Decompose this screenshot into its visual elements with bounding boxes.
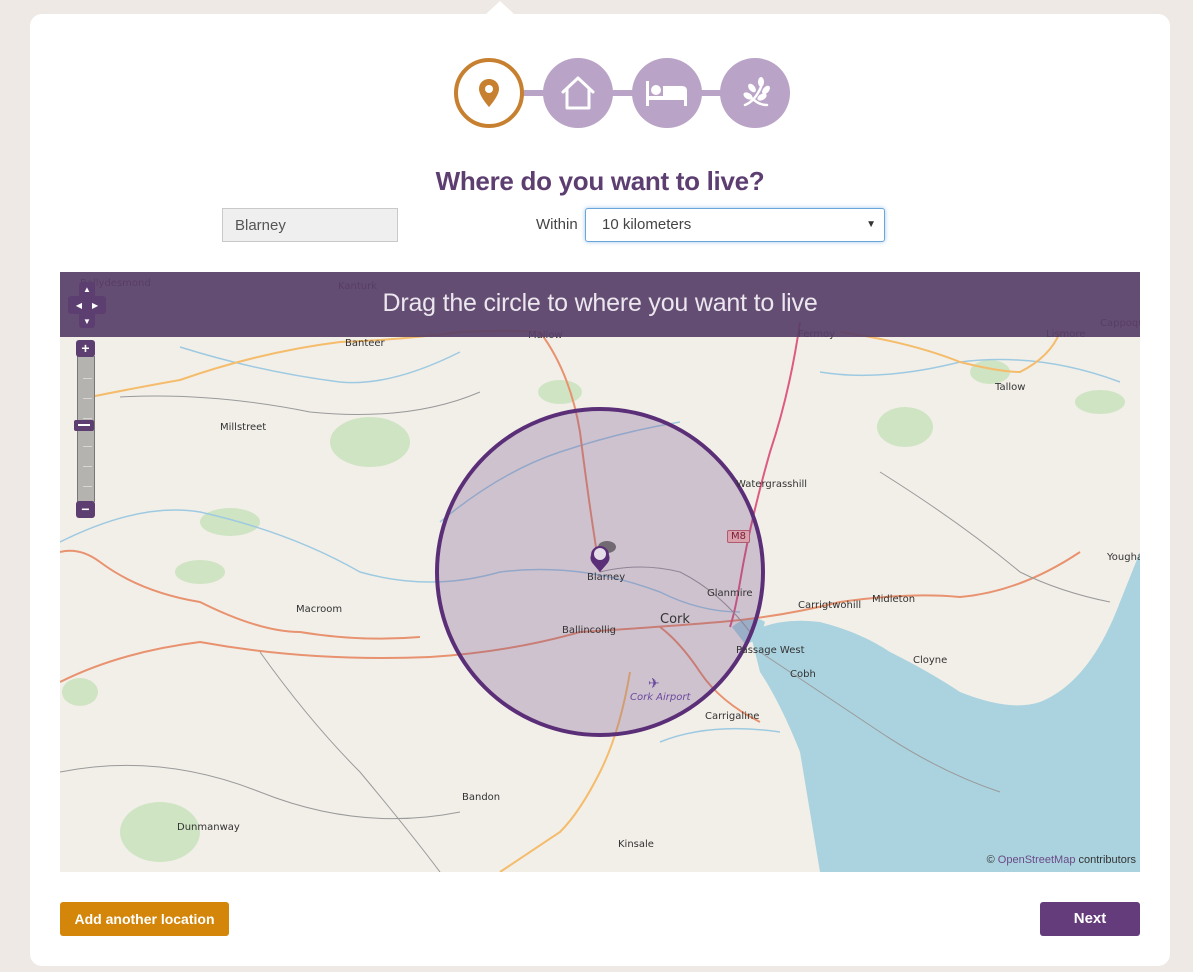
wizard-card: Where do you want to live? Within 10 kil… (30, 14, 1170, 966)
step-location[interactable] (454, 58, 524, 128)
map[interactable]: Ballydesmond Kanturk Mallow Fermoy Lismo… (60, 272, 1140, 872)
page-title: Where do you want to live? (435, 166, 765, 196)
zoom-tick (83, 446, 92, 447)
map-label: Glanmire (707, 588, 753, 599)
pan-right-button[interactable]: ▶ (92, 301, 98, 310)
map-label: Tallow (995, 382, 1026, 393)
pan-left-button[interactable]: ◀ (76, 301, 82, 310)
map-label: Youghal (1107, 552, 1140, 563)
map-label: Blarney (587, 572, 626, 583)
map-label: Bandon (462, 792, 501, 803)
zoom-tick (83, 398, 92, 399)
within-label: Within (536, 216, 578, 233)
airport-icon: ✈ (648, 676, 660, 692)
house-icon (561, 76, 595, 110)
pan-up-button[interactable]: ▲ (79, 282, 95, 296)
copyright-symbol: © (986, 854, 995, 866)
pan-down-button[interactable]: ▼ (79, 314, 95, 328)
zoom-out-button[interactable]: − (76, 501, 95, 518)
zoom-control: + − (74, 340, 96, 518)
map-label: Banteer (345, 338, 385, 349)
map-instruction-banner: Drag the circle to where you want to liv… (60, 272, 1140, 337)
location-input[interactable] (222, 208, 398, 242)
step-lifestyle[interactable] (720, 58, 790, 128)
map-label: Carrigtwohill (798, 600, 862, 611)
map-label: Cork Airport (630, 692, 691, 703)
leaf-icon (743, 77, 770, 107)
zoom-slider-handle[interactable] (74, 420, 94, 431)
step-connector (494, 90, 750, 96)
map-label: Macroom (296, 604, 343, 615)
openstreetmap-link[interactable]: OpenStreetMap (998, 854, 1076, 866)
map-label: Passage West (736, 645, 805, 656)
bed-icon (646, 81, 687, 106)
pan-control: ▲ ◀ ▶ ▼ (68, 282, 106, 332)
map-label: Midleton (872, 594, 916, 605)
zoom-tick (83, 418, 92, 419)
map-label: Carrigaline (705, 711, 760, 722)
map-label: Cork (660, 612, 690, 627)
map-label: Kinsale (618, 839, 654, 850)
map-label: Watergrasshill (736, 479, 808, 490)
map-label: Cloyne (913, 655, 948, 666)
road-badge-m8: M8 (727, 530, 750, 543)
radius-select[interactable]: 10 kilometers ▼ (585, 208, 885, 242)
card-pointer-notch (486, 1, 514, 14)
step-property[interactable] (543, 58, 613, 128)
map-label: Millstreet (220, 422, 267, 433)
zoom-in-button[interactable]: + (76, 340, 95, 357)
attribution-suffix: contributors (1078, 854, 1136, 866)
zoom-tick (83, 466, 92, 467)
map-label: Dunmanway (177, 822, 240, 833)
pan-horizontal: ◀ ▶ (68, 296, 106, 314)
add-another-location-button[interactable]: Add another location (60, 902, 229, 936)
map-instruction-text: Drag the circle to where you want to liv… (382, 289, 818, 317)
map-label: Ballincollig (562, 625, 616, 636)
step-progress (454, 58, 790, 128)
radius-select-value: 10 kilometers (602, 216, 692, 233)
map-pin-icon (479, 79, 499, 107)
map-label: Cobh (790, 669, 816, 680)
chevron-down-icon: ▼ (866, 219, 876, 230)
step-bedrooms[interactable] (632, 58, 702, 128)
zoom-tick (83, 486, 92, 487)
next-button[interactable]: Next (1040, 902, 1140, 936)
zoom-tick (83, 378, 92, 379)
map-attribution: © OpenStreetMap contributors (987, 854, 1136, 866)
